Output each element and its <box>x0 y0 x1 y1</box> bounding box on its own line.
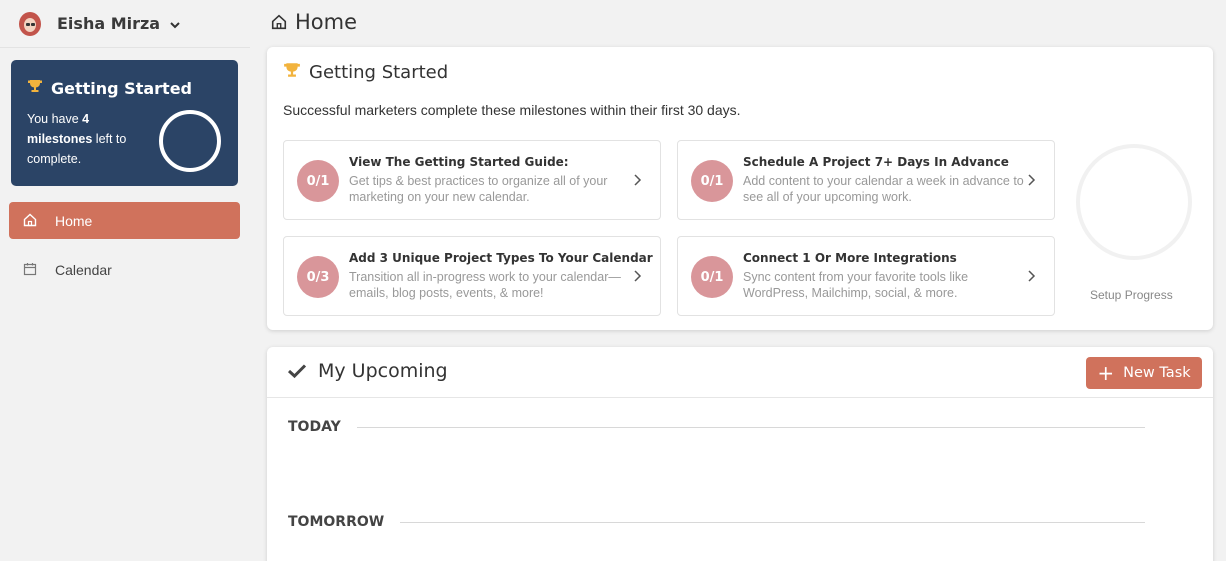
milestone-count-badge: 0/1 <box>297 160 339 202</box>
plus-icon: + <box>1097 361 1115 385</box>
progress-ring <box>159 110 221 172</box>
chevron-right-icon <box>633 269 643 283</box>
chevron-right-icon <box>1027 269 1037 283</box>
sidebar: Eisha Mirza Getting Started You have 4 mi… <box>0 0 250 561</box>
milestone-description: Get tips & best practices to organize al… <box>349 174 608 204</box>
day-label: TODAY <box>288 419 341 435</box>
getting-started-panel: Getting Started Successful marketers com… <box>267 47 1213 330</box>
milestone-card[interactable]: 0/1 Schedule A Project 7+ Days In Advanc… <box>677 140 1055 220</box>
setup-progress-ring <box>1076 144 1192 260</box>
getting-started-card-title: Getting Started <box>51 78 192 98</box>
new-task-button[interactable]: + New Task <box>1086 357 1202 389</box>
page-title: Home <box>271 10 357 34</box>
sidebar-item-label: Home <box>55 212 93 229</box>
milestone-title: Add 3 Unique Project Types To Your Calen… <box>349 251 653 265</box>
milestone-description: Add content to your calendar a week in a… <box>743 174 1024 204</box>
day-label: TOMORROW <box>288 514 385 530</box>
divider <box>267 397 1213 398</box>
trophy-icon <box>27 78 43 98</box>
milestone-title: Connect 1 Or More Integrations <box>743 251 957 265</box>
milestone-count-badge: 0/1 <box>691 160 733 202</box>
milestone-card[interactable]: 0/3 Add 3 Unique Project Types To Your C… <box>283 236 661 316</box>
milestone-description: Sync content from your favorite tools li… <box>743 270 969 300</box>
milestone-title: View The Getting Started Guide: <box>349 155 569 169</box>
divider <box>400 521 1145 523</box>
upcoming-panel: My Upcoming + New Task TODAY TOMORROW <box>267 347 1213 561</box>
user-menu[interactable]: Eisha Mirza <box>0 0 250 48</box>
user-name: Eisha Mirza <box>57 14 161 33</box>
checkmark-icon <box>287 363 307 379</box>
home-icon <box>23 213 39 229</box>
milestone-description: Transition all in-progress work to your … <box>349 270 621 300</box>
getting-started-card[interactable]: Getting Started You have 4 milestones lef… <box>11 60 238 186</box>
divider <box>356 426 1145 428</box>
getting-started-title: Getting Started <box>309 62 449 83</box>
upcoming-title: My Upcoming <box>318 360 448 382</box>
day-group-tomorrow: TOMORROW <box>288 514 1145 530</box>
milestones-left-text: You have 4 milestones left to complete. <box>27 112 127 166</box>
sidebar-item-home[interactable]: Home <box>9 202 240 239</box>
sidebar-item-label: Calendar <box>55 261 112 278</box>
calendar-icon <box>23 262 39 278</box>
milestone-title: Schedule A Project 7+ Days In Advance <box>743 155 1009 169</box>
milestone-count-badge: 0/3 <box>297 256 339 298</box>
milestone-card[interactable]: 0/1 Connect 1 Or More Integrations Sync … <box>677 236 1055 316</box>
chevron-right-icon <box>1027 173 1037 187</box>
new-task-label: New Task <box>1123 365 1191 381</box>
sidebar-item-calendar[interactable]: Calendar <box>9 251 240 288</box>
chevron-right-icon <box>633 173 643 187</box>
page-title-text: Home <box>295 10 358 34</box>
getting-started-subtitle: Successful marketers complete these mile… <box>283 102 741 118</box>
setup-progress-label: Setup Progress <box>1090 288 1173 302</box>
milestone-card[interactable]: 0/1 View The Getting Started Guide: Get … <box>283 140 661 220</box>
milestone-count-badge: 0/1 <box>691 256 733 298</box>
day-group-today: TODAY <box>288 419 1145 435</box>
trophy-icon <box>283 61 301 84</box>
home-icon <box>271 14 287 30</box>
user-avatar <box>19 11 41 36</box>
chevron-down-icon <box>169 18 181 30</box>
